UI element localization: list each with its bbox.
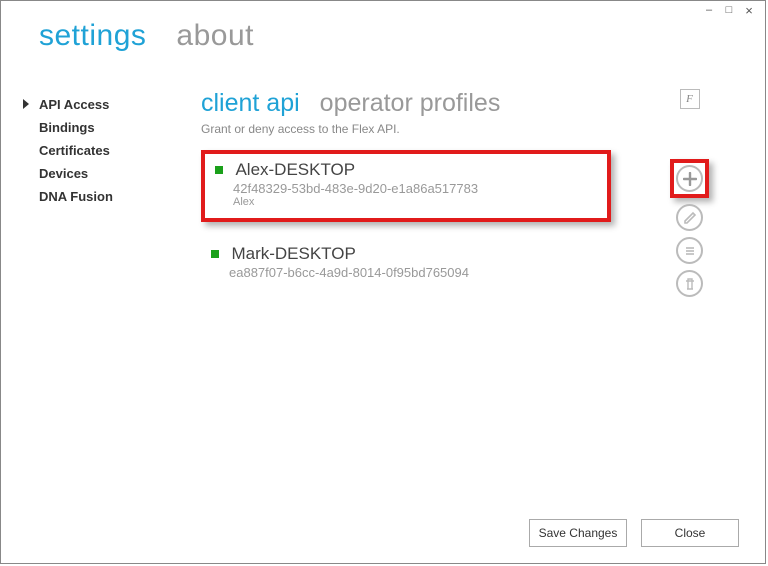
delete-button[interactable] (676, 270, 703, 297)
sidebar-item-devices[interactable]: Devices (21, 162, 171, 185)
sidebar-item-certificates[interactable]: Certificates (21, 139, 171, 162)
status-dot-icon (215, 166, 223, 174)
edit-icon (683, 211, 697, 225)
action-icon-column: F (670, 89, 709, 297)
sidebar-item-label: Devices (39, 166, 88, 181)
list-icon (683, 244, 697, 258)
add-button-highlight (670, 159, 709, 198)
client-item[interactable]: Mark-DESKTOP ea887f07-b6cc-4a9d-8014-0f9… (201, 238, 745, 290)
section-subtitle: Grant or deny access to the Flex API. (201, 122, 745, 136)
sidebar: API Access Bindings Certificates Devices… (21, 93, 171, 208)
window-controls: – □ × (703, 5, 755, 17)
section-head-client-api[interactable]: client api (201, 89, 300, 118)
status-dot-icon (211, 250, 219, 258)
client-owner: Alex (233, 196, 597, 208)
filter-button[interactable]: F (680, 89, 700, 109)
add-icon (683, 172, 697, 186)
sidebar-item-label: API Access (39, 97, 109, 112)
client-name: Mark-DESKTOP (231, 244, 355, 263)
client-list: Alex-DESKTOP 42f48329-53bd-483e-9d20-e1a… (201, 150, 745, 290)
sidebar-item-label: Bindings (39, 120, 95, 135)
sidebar-item-dna-fusion[interactable]: DNA Fusion (21, 185, 171, 208)
close-button[interactable]: Close (641, 519, 739, 547)
chevron-right-icon (23, 99, 29, 109)
top-tabs: settings about (39, 19, 254, 53)
sidebar-item-label: Certificates (39, 143, 110, 158)
client-item[interactable]: Alex-DESKTOP 42f48329-53bd-483e-9d20-e1a… (201, 150, 611, 222)
list-button[interactable] (676, 237, 703, 264)
footer-buttons: Save Changes Close (529, 519, 739, 547)
sidebar-item-bindings[interactable]: Bindings (21, 116, 171, 139)
add-button[interactable] (676, 165, 703, 192)
edit-button[interactable] (676, 204, 703, 231)
delete-icon (683, 277, 697, 291)
tab-about[interactable]: about (176, 19, 254, 53)
tab-settings[interactable]: settings (39, 19, 146, 53)
close-window-button[interactable]: × (743, 5, 755, 17)
client-guid: 42f48329-53bd-483e-9d20-e1a86a517783 (233, 181, 597, 196)
maximize-button[interactable]: □ (723, 5, 735, 17)
client-guid: ea887f07-b6cc-4a9d-8014-0f95bd765094 (229, 265, 735, 280)
sidebar-item-label: DNA Fusion (39, 189, 113, 204)
section-heads: client api operator profiles (201, 89, 745, 118)
section-head-operator-profiles[interactable]: operator profiles (320, 89, 501, 118)
client-name: Alex-DESKTOP (235, 160, 355, 179)
minimize-button[interactable]: – (703, 5, 715, 17)
main-panel: client api operator profiles Grant or de… (201, 89, 745, 503)
sidebar-item-api-access[interactable]: API Access (21, 93, 171, 116)
settings-window: – □ × settings about API Access Bindings… (0, 0, 766, 564)
save-changes-button[interactable]: Save Changes (529, 519, 627, 547)
